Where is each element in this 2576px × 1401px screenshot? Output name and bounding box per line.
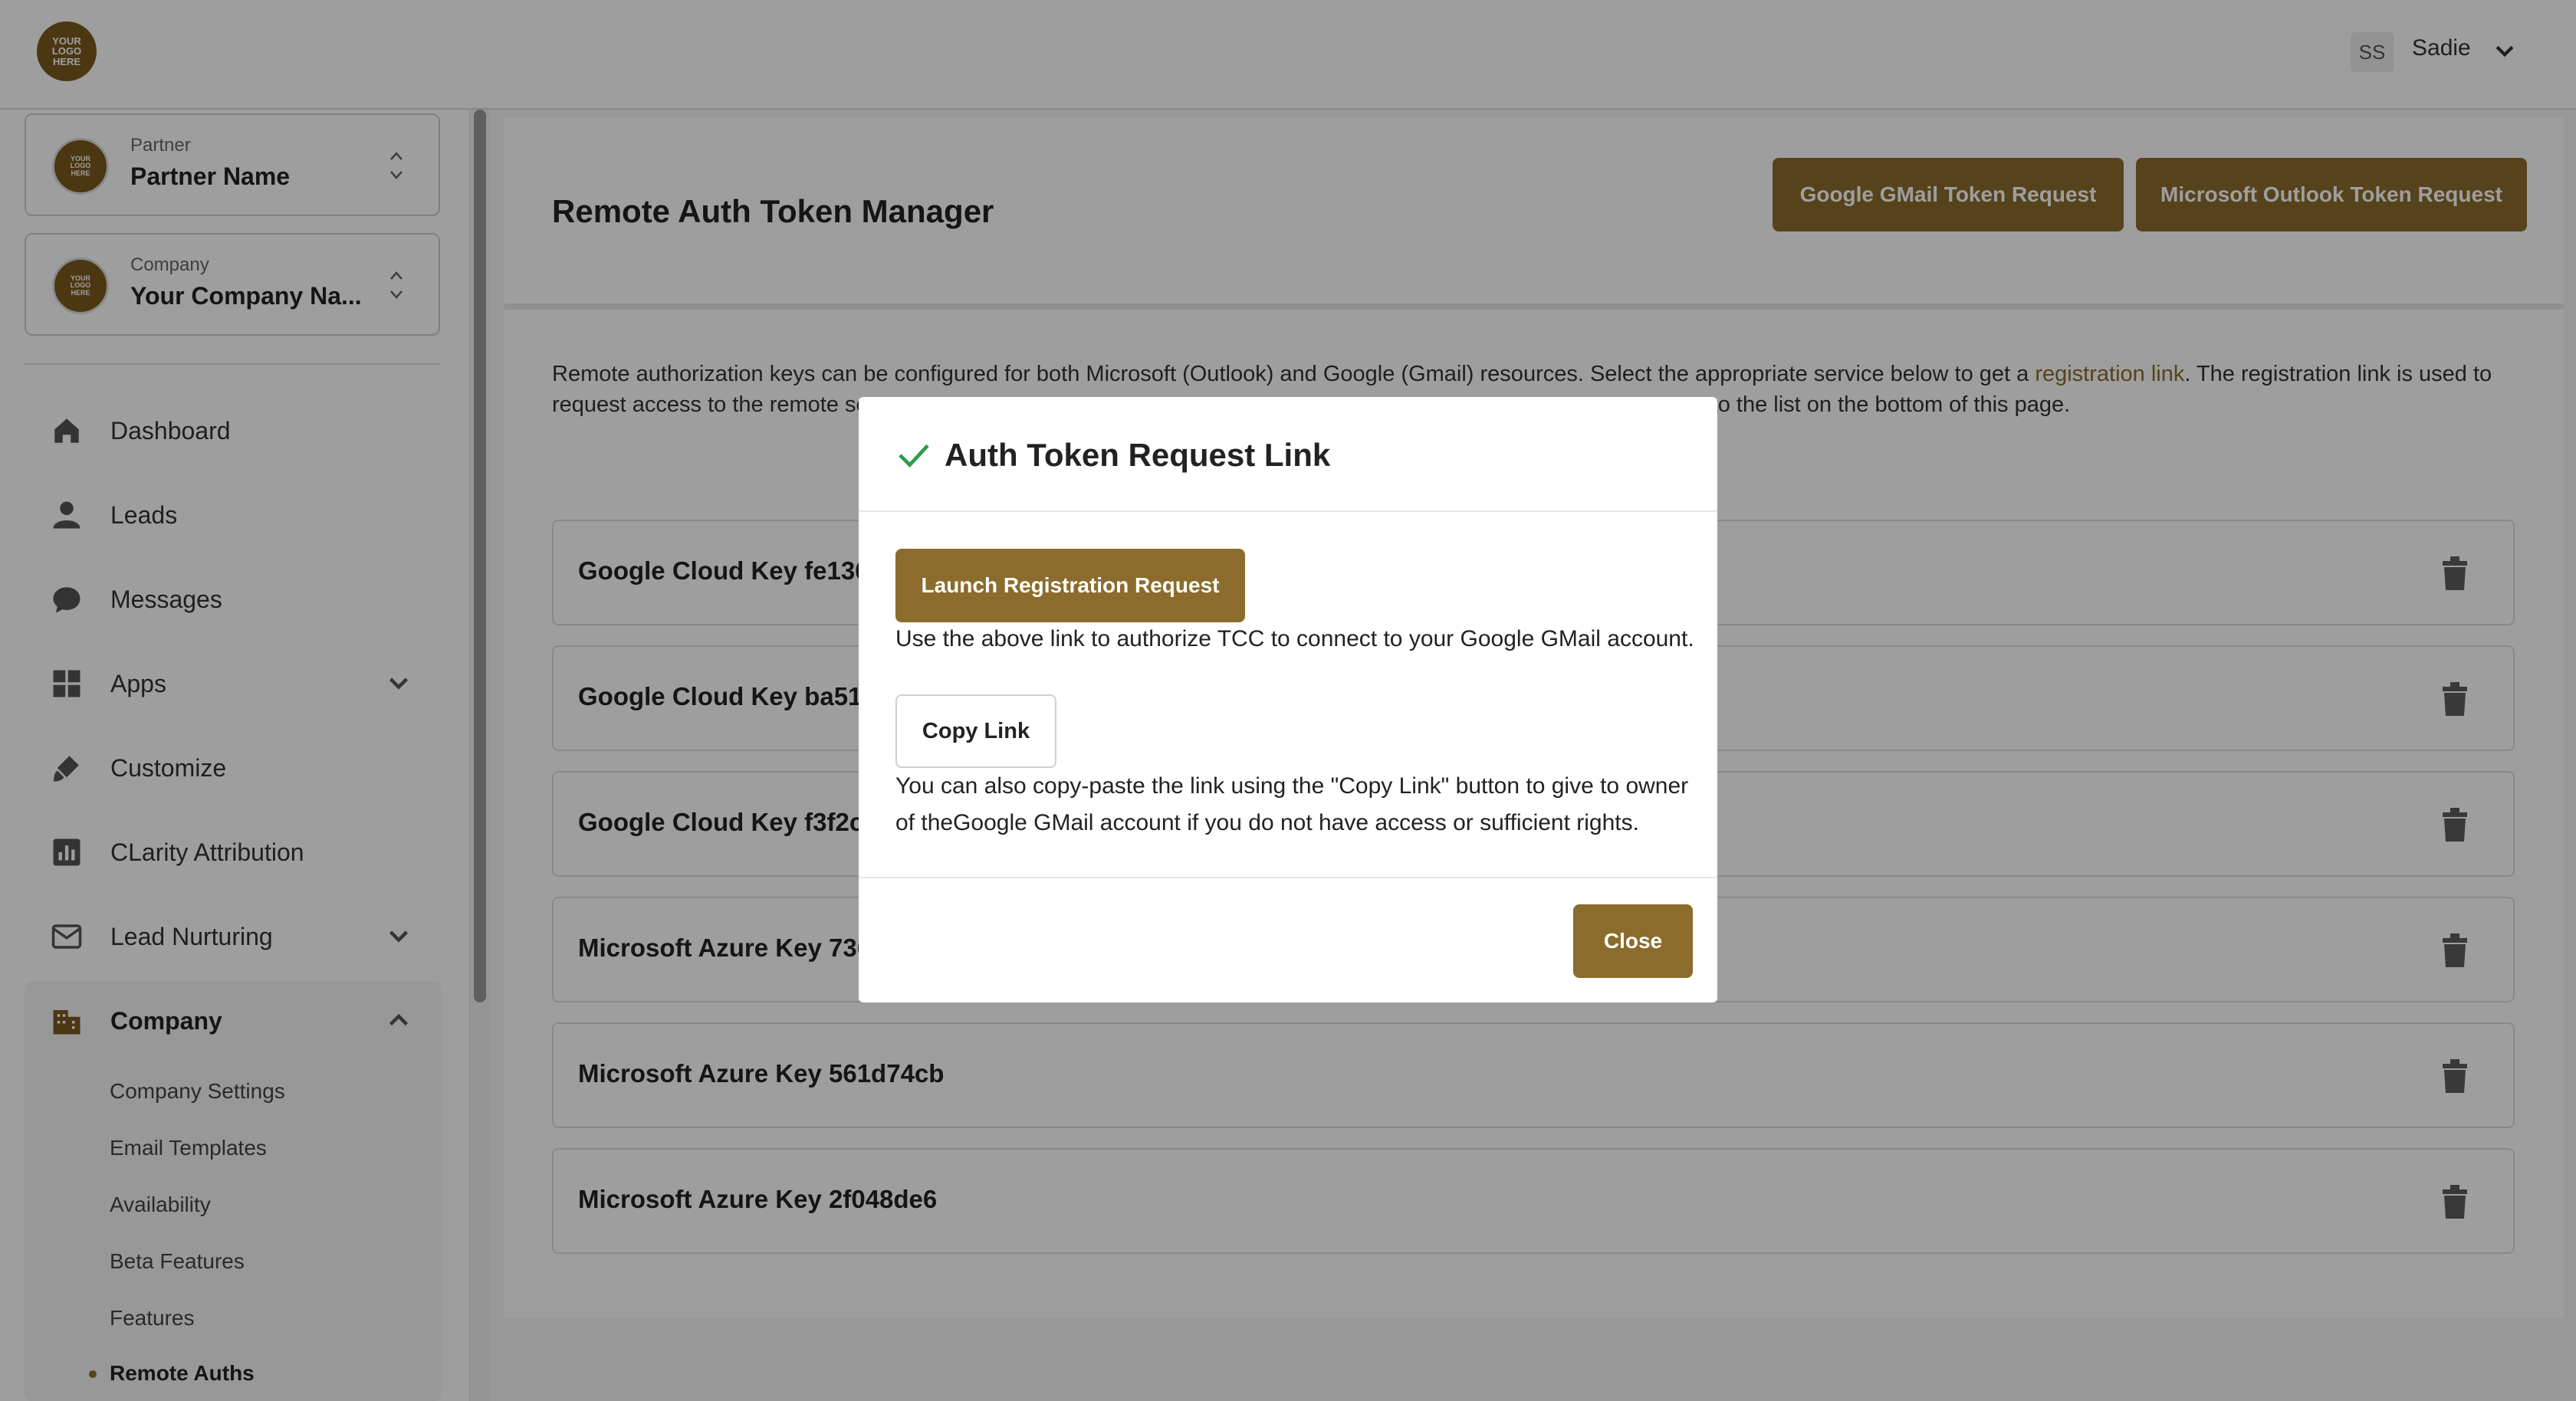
auth-token-request-modal: Auth Token Request Link Launch Registrat… — [859, 397, 1717, 1002]
launch-help-text: Use the above link to authorize TCC to c… — [895, 626, 1694, 651]
modal-title: Auth Token Request Link — [945, 437, 1331, 473]
modal-footer-divider — [859, 877, 1717, 878]
launch-registration-button[interactable]: Launch Registration Request — [895, 549, 1245, 622]
copy-help-text: You can also copy-paste the link using t… — [895, 773, 1689, 835]
close-button[interactable]: Close — [1573, 904, 1693, 978]
modal-header-divider — [859, 510, 1717, 512]
copy-link-button[interactable]: Copy Link — [895, 694, 1056, 768]
check-icon — [899, 444, 929, 468]
